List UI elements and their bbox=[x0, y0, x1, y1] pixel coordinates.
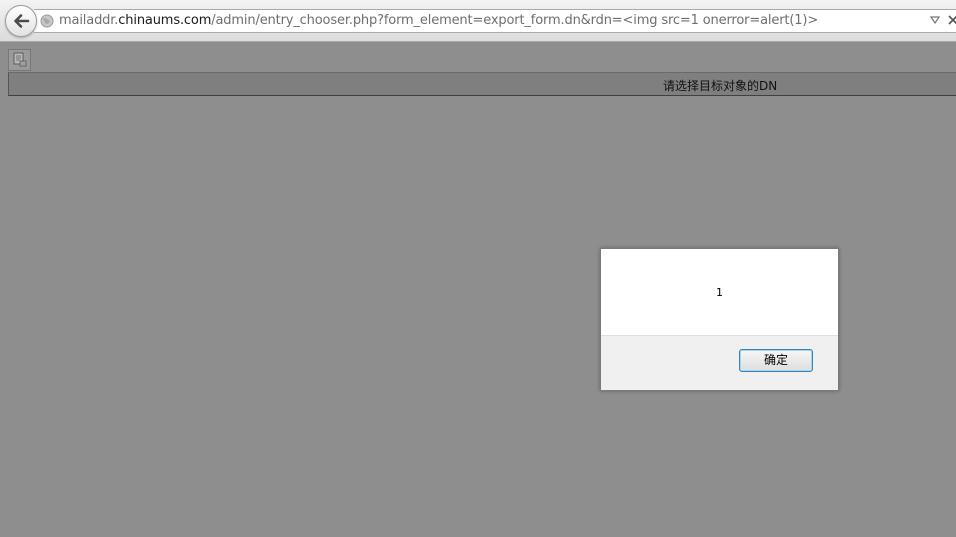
url-prefix: mailaddr. bbox=[59, 13, 119, 28]
browser-toolbar: mailaddr.chinaums.com/admin/entry_choose… bbox=[0, 0, 956, 42]
back-arrow-icon bbox=[14, 14, 30, 28]
toolbar-button[interactable] bbox=[8, 49, 31, 71]
page-title-bar: 请选择目标对象的DN bbox=[8, 72, 956, 96]
document-icon bbox=[13, 52, 27, 67]
page-title: 请选择目标对象的DN bbox=[663, 79, 778, 93]
close-icon[interactable] bbox=[948, 15, 956, 25]
alert-message: 1 bbox=[716, 286, 723, 299]
url-host: chinaums.com bbox=[118, 13, 212, 28]
alert-body: 1 bbox=[601, 249, 838, 336]
globe-icon bbox=[40, 14, 54, 28]
url-text: mailaddr.chinaums.com/admin/entry_choose… bbox=[59, 13, 818, 28]
ok-button[interactable]: 确定 bbox=[739, 349, 813, 372]
address-bar[interactable]: mailaddr.chinaums.com/admin/entry_choose… bbox=[34, 9, 956, 33]
back-button[interactable] bbox=[5, 5, 37, 37]
url-path: /admin/entry_chooser.php?form_element=ex… bbox=[211, 13, 819, 28]
dropdown-arrow-icon[interactable] bbox=[930, 16, 940, 24]
alert-dialog: 1 确定 bbox=[600, 248, 839, 391]
